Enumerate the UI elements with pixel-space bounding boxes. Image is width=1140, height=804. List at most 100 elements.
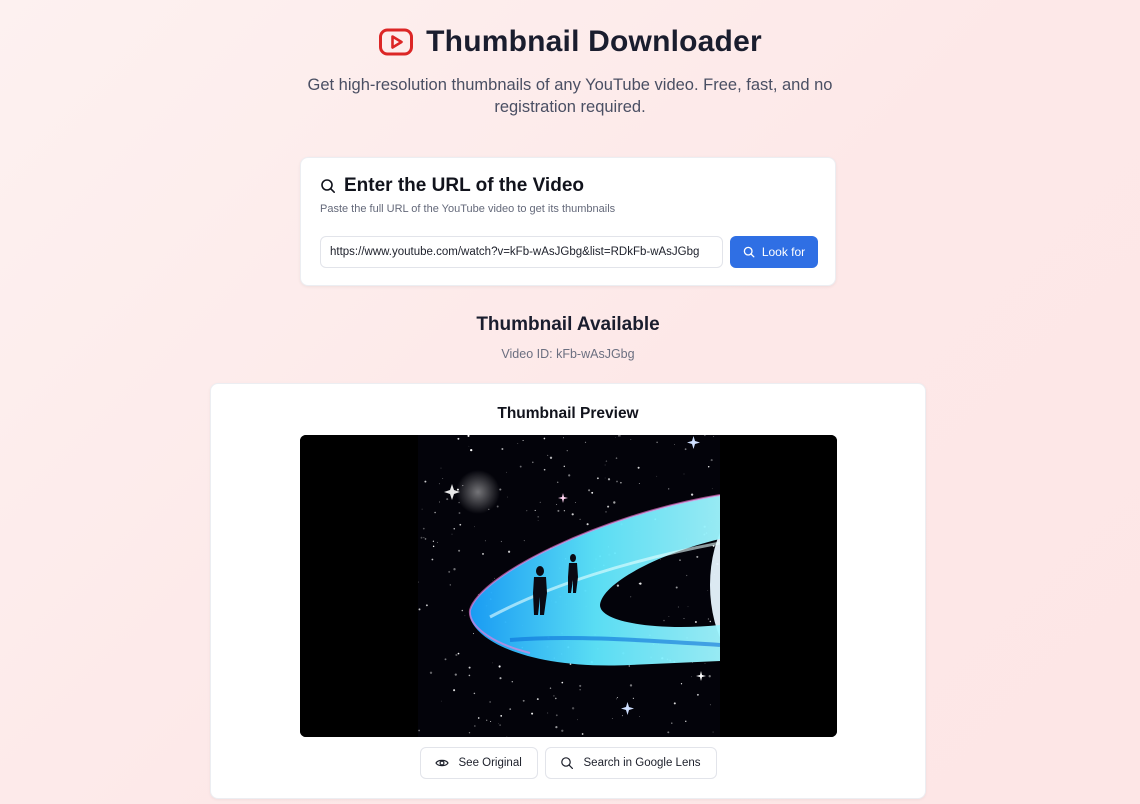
star-dot [543, 437, 546, 440]
star-dot [547, 454, 549, 456]
star-dot [511, 680, 514, 683]
star-dot [474, 725, 476, 727]
star-dot [568, 474, 571, 477]
star-dot [537, 520, 539, 521]
star-dot [507, 550, 511, 553]
star-dot [453, 528, 455, 530]
star-dot [468, 445, 470, 447]
star-dot [418, 608, 421, 611]
star-dot [579, 518, 581, 520]
star-dot [663, 619, 665, 622]
star-dot [630, 438, 632, 440]
star-dot [557, 509, 560, 512]
star-dot [523, 540, 525, 542]
google-lens-button[interactable]: Search in Google Lens [544, 747, 717, 779]
star-dot [667, 731, 670, 734]
star-dot [577, 719, 578, 721]
page-header: Thumbnail Downloader Get high-resolution… [0, 22, 1140, 118]
star-dot [490, 720, 492, 723]
star-dot [621, 715, 623, 717]
result-title: Thumbnail Available [476, 314, 660, 335]
star-dot [712, 731, 714, 733]
star-dot [696, 693, 699, 696]
star-dot [532, 461, 534, 464]
star-dot [579, 689, 581, 691]
star-dot [604, 464, 606, 466]
star-dot [451, 533, 453, 535]
star-dot [470, 448, 473, 452]
star-dot [611, 718, 613, 719]
star-dot [579, 684, 582, 687]
star-dot [586, 523, 589, 526]
star-dot [616, 698, 618, 700]
star-dot [549, 456, 553, 459]
thumbnail-artwork [300, 435, 837, 737]
star-dot [461, 609, 464, 612]
star-dot [707, 590, 709, 591]
app-subtitle: Get high-resolution thumbnails of any Yo… [307, 76, 833, 116]
star-dot [615, 457, 618, 459]
video-id-label: Video ID: kFb-wAsJGbg [501, 347, 635, 361]
star-dot [674, 444, 675, 445]
star-dot [498, 723, 499, 725]
look-for-button[interactable]: Look for [730, 236, 818, 268]
star-dot [423, 537, 425, 539]
star-dot [424, 480, 427, 483]
star-dot [637, 466, 640, 469]
url-input[interactable] [320, 236, 723, 268]
star-dot [710, 459, 713, 462]
star-dot [607, 478, 611, 481]
star-dot [421, 508, 423, 510]
star-dot [509, 708, 512, 710]
star-dot [429, 671, 433, 674]
star-dot [492, 662, 493, 664]
see-original-button[interactable]: See Original [419, 747, 538, 779]
search-icon [320, 178, 336, 194]
star-dot [691, 676, 693, 678]
star-dot [500, 715, 503, 717]
preview-actions: See Original Search in Google Lens [211, 747, 925, 779]
google-lens-label: Search in Google Lens [583, 757, 701, 769]
star-dot [639, 582, 642, 585]
star-dot [454, 673, 457, 676]
star-dot [588, 489, 591, 492]
card-description: Paste the full URL of the YouTube video … [320, 203, 616, 215]
star-dot [556, 504, 558, 505]
star-dot [707, 465, 710, 468]
star-dot [563, 510, 566, 512]
eye-icon [434, 756, 449, 770]
star-dot [501, 448, 504, 450]
star-dot [453, 689, 456, 692]
star-dot [613, 501, 616, 504]
star-dot [709, 620, 712, 623]
star-dot [506, 471, 507, 473]
star-dot [448, 570, 451, 573]
star-dot [473, 692, 476, 695]
url-search-card: Enter the URL of the Video Paste the ful… [300, 157, 836, 286]
star-dot [671, 722, 673, 724]
star-dot [563, 465, 566, 468]
app-title: Thumbnail Downloader [426, 25, 762, 58]
star-dot [684, 448, 687, 451]
star-dot [432, 545, 435, 548]
star-dot [708, 675, 711, 678]
star-dot [554, 697, 557, 700]
star-dot [566, 450, 568, 452]
star-dot [458, 512, 461, 514]
star-dot [522, 699, 525, 702]
star-dot [438, 483, 440, 485]
star-dot [519, 465, 522, 468]
title-row: Thumbnail Downloader [0, 22, 1140, 62]
star-dot [425, 604, 428, 607]
star-dot [531, 712, 534, 715]
star-dot [440, 467, 442, 469]
star-dot [498, 665, 501, 668]
star-dot [494, 577, 495, 579]
star-dot [517, 442, 519, 444]
star-dot [581, 733, 584, 735]
star-dot [549, 687, 552, 689]
star-dot [446, 498, 449, 501]
star-dot [484, 540, 486, 542]
star-dot [439, 501, 440, 503]
star-dot [468, 674, 471, 677]
